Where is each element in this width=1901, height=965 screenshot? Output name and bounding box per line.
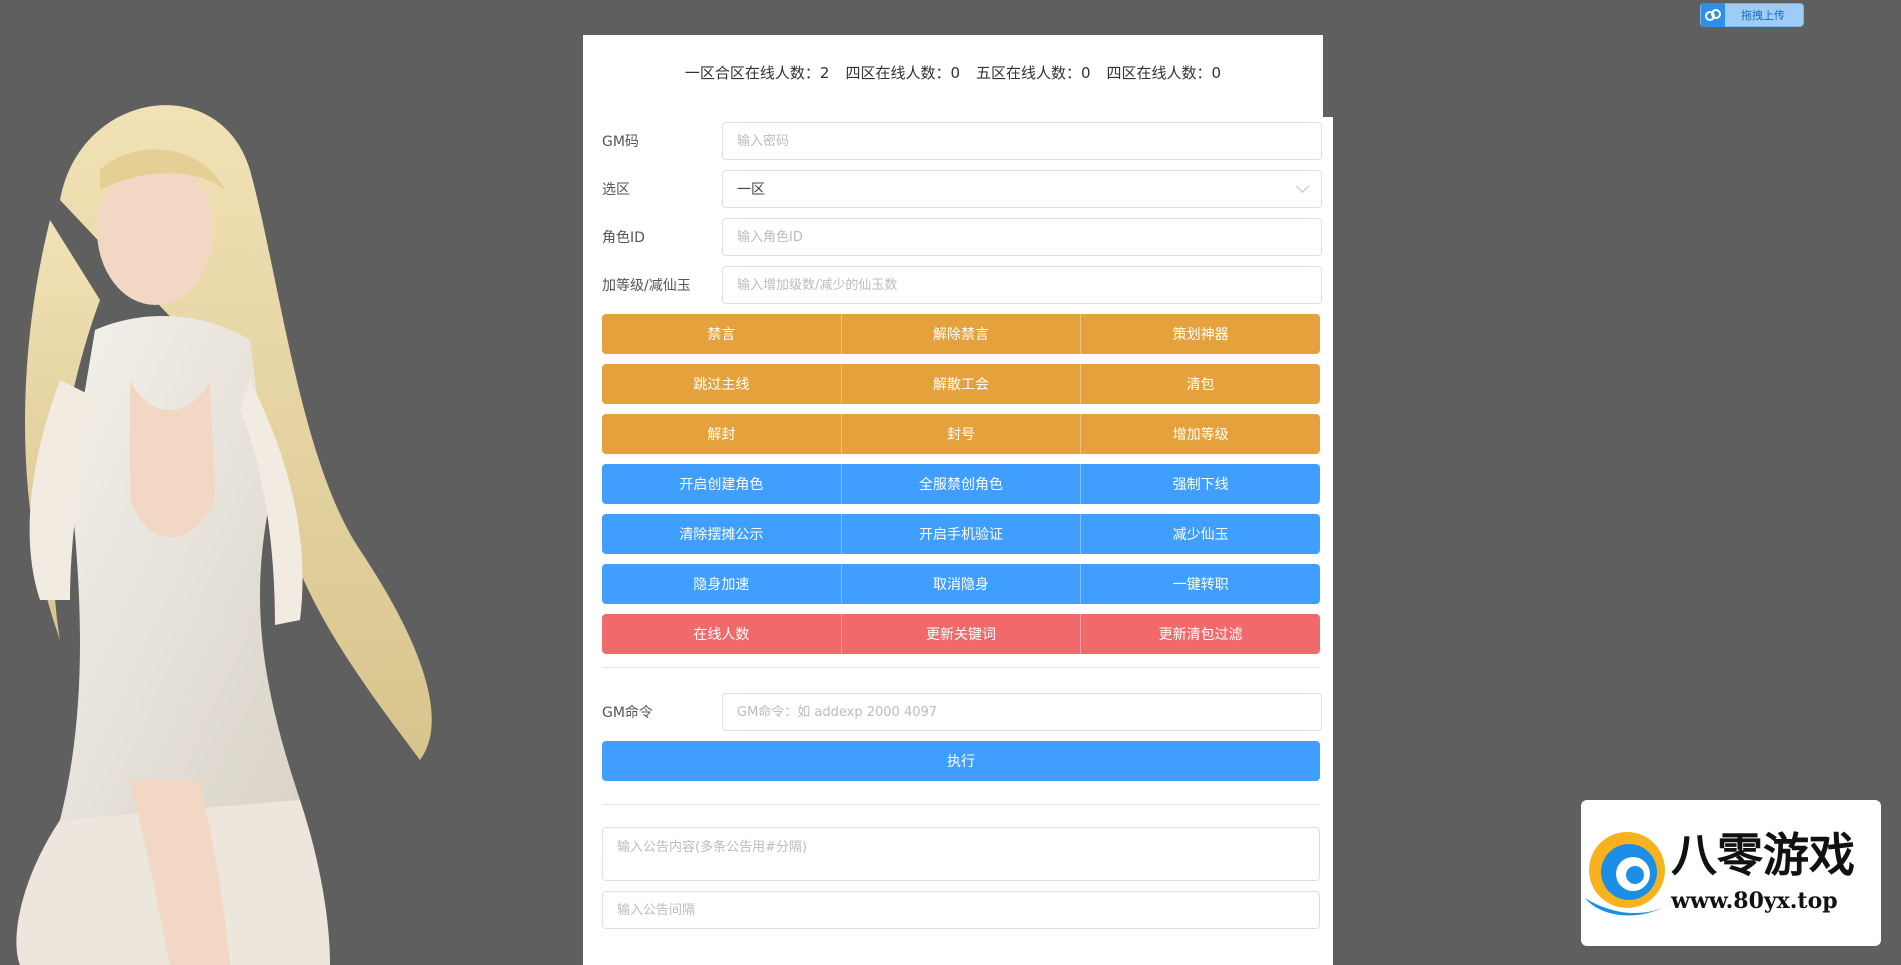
action-buttons: 禁言 解除禁言 策划神器 跳过主线 解散工会 清包 解封 封号 增加等级 开启创…	[602, 314, 1323, 654]
gm-command-input[interactable]	[722, 693, 1322, 731]
role-id-input[interactable]	[722, 218, 1322, 256]
chevron-down-icon	[1296, 180, 1309, 193]
character-illustration	[16, 105, 432, 965]
announcement-interval-input[interactable]	[602, 891, 1320, 929]
update-keywords-button[interactable]: 更新关键词	[841, 614, 1082, 654]
upload-label: 拖拽上传	[1741, 9, 1785, 22]
gm-code-input[interactable]	[722, 122, 1322, 160]
gm-code-label: GM码	[602, 134, 639, 150]
online-zone5: 五区在线人数：0	[976, 64, 1091, 82]
disband-guild-button[interactable]: 解散工会	[841, 364, 1082, 404]
one-click-job-button[interactable]: 一键转职	[1081, 564, 1320, 604]
upload-button[interactable]: 拖拽上传	[1700, 3, 1804, 27]
clear-stall-button[interactable]: 清除摆摊公示	[602, 514, 842, 554]
update-bag-filter-button[interactable]: 更新清包过滤	[1081, 614, 1320, 654]
panel-edge	[1322, 117, 1333, 965]
swirl-logo-icon	[1585, 832, 1669, 916]
phone-verify-button[interactable]: 开启手机验证	[841, 514, 1082, 554]
level-label: 加等级/减仙玉	[602, 278, 691, 294]
gm-command-label: GM命令	[602, 705, 653, 721]
force-offline-button[interactable]: 强制下线	[1081, 464, 1320, 504]
divider	[602, 804, 1320, 805]
online-stats: 一区合区在线人数：2 四区在线人数：0 五区在线人数：0 四区在线人数：0	[583, 35, 1323, 110]
unban-button[interactable]: 解封	[602, 414, 842, 454]
online-zone1: 一区合区在线人数：2	[684, 64, 830, 82]
reduce-jade-button[interactable]: 减少仙玉	[1081, 514, 1320, 554]
zone-select[interactable]: 一区	[722, 170, 1322, 208]
stealth-speed-button[interactable]: 隐身加速	[602, 564, 842, 604]
zone-label: 选区	[602, 182, 630, 198]
skip-main-button[interactable]: 跳过主线	[602, 364, 842, 404]
cloud-icon	[1701, 3, 1725, 27]
divider	[602, 667, 1320, 668]
role-id-label: 角色ID	[602, 230, 645, 246]
gm-form: GM码 选区 一区 角色ID 加等级/减仙玉 禁言 解除禁言 策划神器	[583, 122, 1323, 929]
watermark-logo: 八零游戏 www.80yx.top	[1581, 800, 1881, 946]
online-zone4b: 四区在线人数：0	[1106, 64, 1222, 82]
cancel-stealth-button[interactable]: 取消隐身	[841, 564, 1082, 604]
watermark-url: www.80yx.top	[1671, 888, 1838, 914]
unmute-button[interactable]: 解除禁言	[841, 314, 1082, 354]
level-input[interactable]	[722, 266, 1322, 304]
watermark-brand: 八零游戏	[1671, 828, 1855, 882]
online-count-button[interactable]: 在线人数	[602, 614, 842, 654]
add-level-button[interactable]: 增加等级	[1081, 414, 1320, 454]
zone-select-value: 一区	[737, 182, 765, 198]
ban-button[interactable]: 封号	[841, 414, 1082, 454]
announcement-textarea[interactable]	[602, 827, 1320, 881]
execute-button[interactable]: 执行	[602, 741, 1320, 781]
clear-bag-button[interactable]: 清包	[1081, 364, 1320, 404]
gm-panel: 一区合区在线人数：2 四区在线人数：0 五区在线人数：0 四区在线人数：0 GM…	[583, 35, 1323, 965]
artifact-button[interactable]: 策划神器	[1081, 314, 1320, 354]
online-zone4: 四区在线人数：0	[845, 64, 960, 82]
mute-button[interactable]: 禁言	[602, 314, 842, 354]
ban-create-role-button[interactable]: 全服禁创角色	[841, 464, 1082, 504]
open-create-role-button[interactable]: 开启创建角色	[602, 464, 842, 504]
